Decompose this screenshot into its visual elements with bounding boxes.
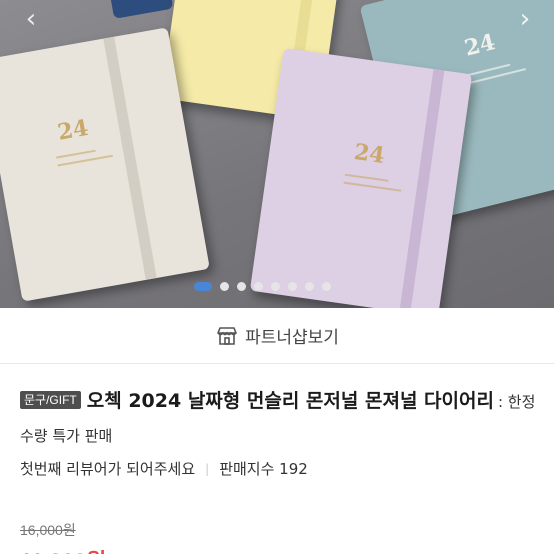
original-price: 16,000원 (20, 522, 76, 538)
carousel-pagination (194, 282, 331, 291)
cover-number: 24 (461, 29, 498, 62)
carousel-dot[interactable] (288, 282, 297, 291)
carousel-dot[interactable] (271, 282, 280, 291)
carousel-dot[interactable] (220, 282, 229, 291)
diary-image-navy (106, 0, 174, 19)
carousel-prev-icon[interactable]: ‹ (16, 4, 46, 34)
product-image-carousel[interactable]: 24 24 24 ‹ › (0, 0, 554, 308)
review-sales-row: 첫번째 리뷰어가 되어주세요 | 판매지수 192 (20, 458, 308, 479)
partner-shop-label: 파트너샵보기 (245, 328, 339, 347)
carousel-dot[interactable] (237, 282, 246, 291)
product-title: 오첵 2024 날짜형 먼슬리 몬저널 몬져널 다이어리 (86, 390, 494, 412)
cover-number: 24 (55, 114, 91, 146)
cover-number: 24 (352, 138, 387, 169)
sales-index: 판매지수 192 (219, 460, 308, 478)
shop-icon (217, 326, 237, 345)
divider: | (205, 461, 210, 476)
diary-image-pink: 24 (249, 47, 473, 308)
product-title-block: 문구/GIFT 오첵 2024 날짜형 먼슬리 몬저널 몬져널 다이어리: 한정수… (20, 384, 540, 452)
carousel-next-icon[interactable]: › (510, 4, 540, 34)
carousel-dot[interactable] (194, 282, 212, 291)
category-badge: 문구/GIFT (20, 391, 81, 409)
carousel-dot[interactable] (254, 282, 263, 291)
partner-shop-link[interactable]: 파트너샵보기 (0, 308, 554, 364)
sale-price: 11,200원 (20, 544, 106, 554)
first-reviewer-link[interactable]: 첫번째 리뷰어가 되어주세요 (20, 458, 195, 479)
carousel-dot[interactable] (305, 282, 314, 291)
carousel-dot[interactable] (322, 282, 331, 291)
